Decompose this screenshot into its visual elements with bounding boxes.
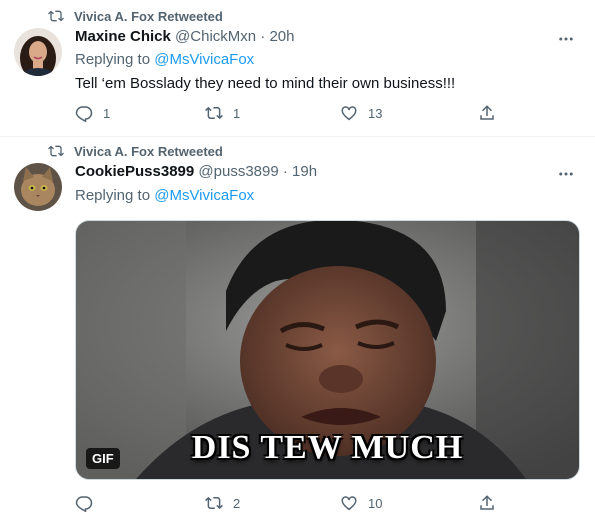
share-button[interactable] xyxy=(478,494,506,512)
retweet-label[interactable]: Vivica A. Fox Retweeted xyxy=(74,144,223,159)
like-icon xyxy=(341,496,357,511)
tweet-actions: 2 10 xyxy=(75,494,515,514)
retweet-button[interactable]: 2 xyxy=(205,494,240,512)
reply-button[interactable] xyxy=(75,494,103,512)
gif-badge: GIF xyxy=(86,448,120,469)
reply-icon xyxy=(75,106,93,122)
display-name[interactable]: Maxine Chick xyxy=(75,28,171,45)
retweet-count: 1 xyxy=(233,105,241,121)
user-handle[interactable]: @ChickMxn xyxy=(175,28,256,45)
like-button[interactable]: 10 xyxy=(340,494,382,512)
share-icon xyxy=(480,105,494,120)
like-count: 10 xyxy=(368,495,383,511)
timestamp[interactable]: 20h xyxy=(269,28,294,45)
tweet[interactable]: Vivica A. Fox Retweeted CookiePuss3899 @… xyxy=(0,137,595,529)
display-name[interactable]: CookiePuss3899 xyxy=(75,163,194,180)
more-icon[interactable] xyxy=(557,165,575,183)
more-icon[interactable] xyxy=(557,30,575,48)
retweet-icon xyxy=(205,496,223,510)
retweeted-indicator: Vivica A. Fox Retweeted xyxy=(48,8,223,24)
user-handle[interactable]: @puss3899 xyxy=(198,163,278,180)
reply-count: 1 xyxy=(103,105,111,121)
separator: · xyxy=(282,163,288,180)
avatar[interactable] xyxy=(14,163,62,211)
gif-media[interactable]: DIS TEW MUCH GIF xyxy=(75,220,580,480)
reply-icon xyxy=(75,496,93,512)
retweet-icon xyxy=(48,145,64,157)
retweet-count: 2 xyxy=(233,495,241,511)
replying-to: Replying to @MsVivicaFox xyxy=(75,187,254,204)
retweet-icon xyxy=(48,10,64,22)
tweet-actions: 1 1 13 xyxy=(75,104,515,124)
replying-to: Replying to @MsVivicaFox xyxy=(75,51,254,68)
tweet[interactable]: Vivica A. Fox Retweeted Maxine Chick @Ch… xyxy=(0,0,595,137)
replying-to-link[interactable]: @MsVivicaFox xyxy=(154,187,254,204)
reply-button[interactable]: 1 xyxy=(75,104,110,122)
retweeted-indicator: Vivica A. Fox Retweeted xyxy=(48,143,223,159)
retweet-icon xyxy=(205,106,223,120)
timestamp[interactable]: 19h xyxy=(292,163,317,180)
replying-to-prefix: Replying to xyxy=(75,51,151,68)
share-button[interactable] xyxy=(478,104,506,122)
retweet-button[interactable]: 1 xyxy=(205,104,240,122)
tweet-header: CookiePuss3899 @puss3899 · 19h xyxy=(75,162,317,182)
replying-to-prefix: Replying to xyxy=(75,187,151,204)
avatar[interactable] xyxy=(14,28,62,76)
tweet-header: Maxine Chick @ChickMxn · 20h xyxy=(75,27,295,47)
like-icon xyxy=(341,106,357,121)
gif-caption: DIS TEW MUCH xyxy=(191,429,464,466)
like-count: 13 xyxy=(368,105,383,121)
retweet-label[interactable]: Vivica A. Fox Retweeted xyxy=(74,9,223,24)
separator: · xyxy=(260,28,266,45)
like-button[interactable]: 13 xyxy=(340,104,382,122)
replying-to-link[interactable]: @MsVivicaFox xyxy=(154,51,254,68)
tweet-text: Tell ‘em Bosslady they need to mind thei… xyxy=(75,75,456,92)
share-icon xyxy=(480,495,494,510)
